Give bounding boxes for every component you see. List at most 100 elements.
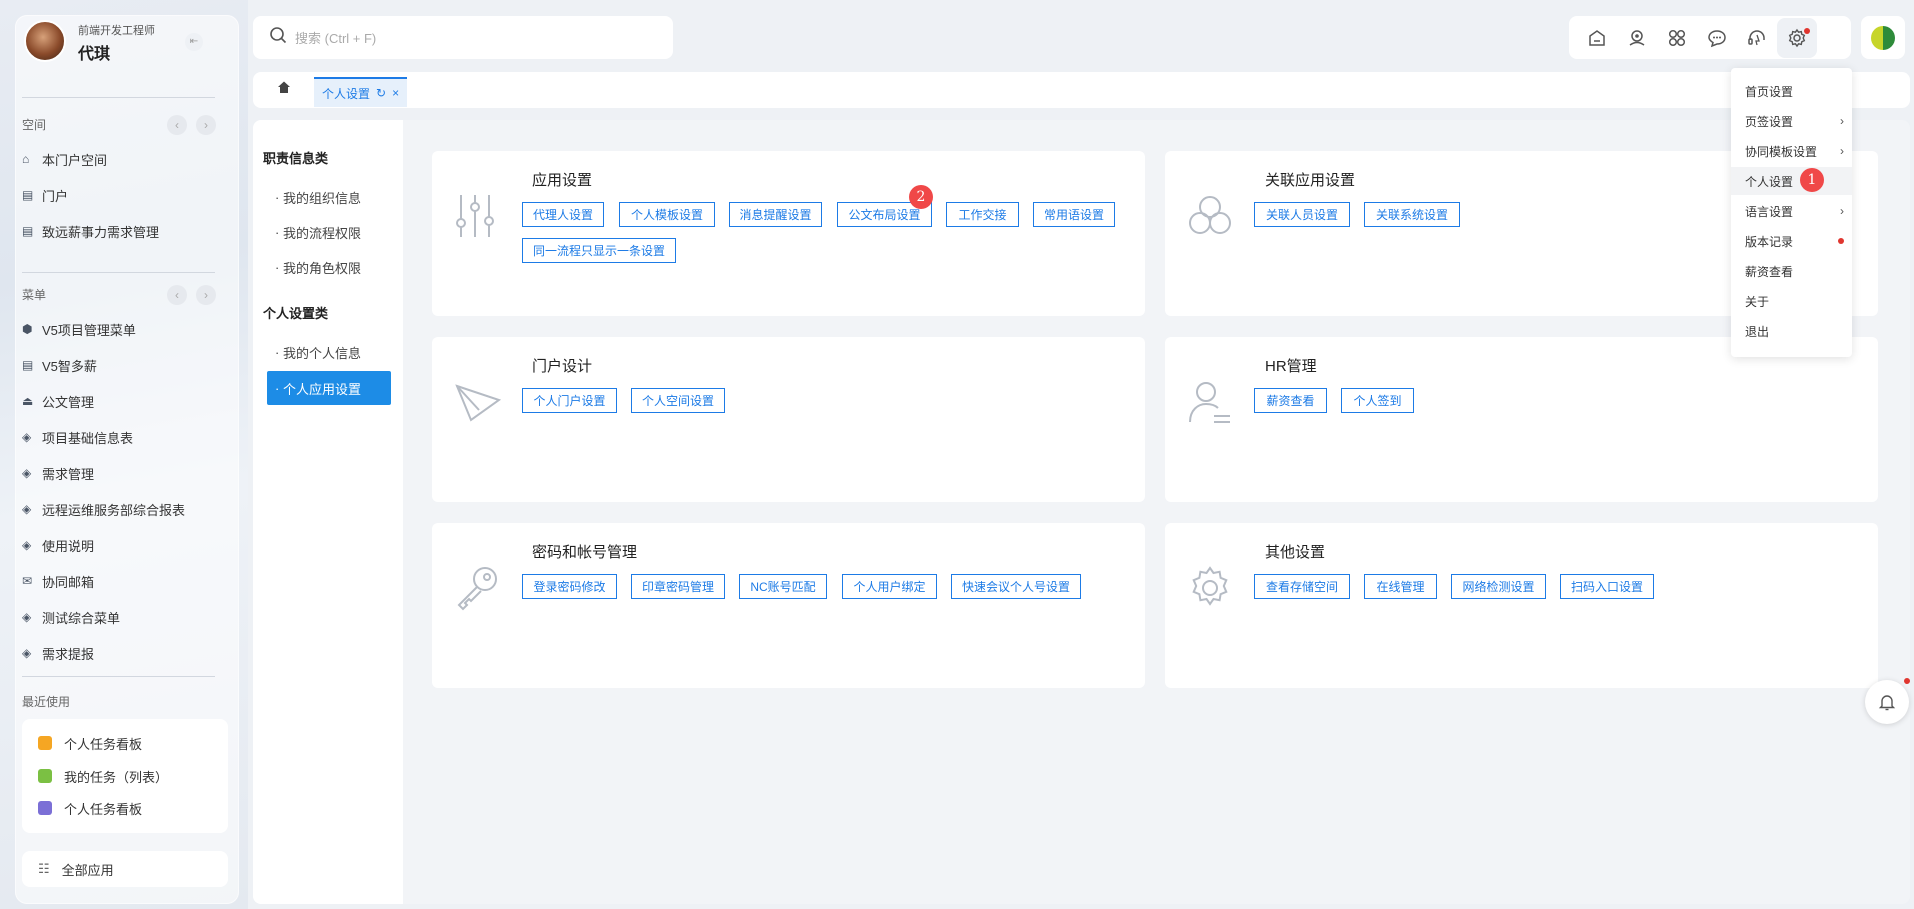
sidebar-item-home-space[interactable]: ⌂ 本门户空间 [22, 144, 222, 174]
sidebar-item-requirements[interactable]: ◈ 需求管理 [22, 458, 222, 488]
space-section-label: 空间 [22, 118, 47, 132]
sidebar-item-portal[interactable]: ▤ 门户 [22, 180, 222, 210]
menu-item-app-settings[interactable]: · 个人应用设置 [267, 371, 391, 405]
chip-online-management[interactable]: 在线管理 [1364, 574, 1437, 599]
sidebar-item-label: 远程运维服务部综合报表 [42, 502, 186, 518]
brand-logo-button[interactable] [1861, 16, 1905, 59]
menu-item-label: 我的组织信息 [282, 190, 361, 206]
dropdown-item-version[interactable]: 版本记录 [1731, 227, 1852, 255]
chip-user-binding[interactable]: 个人用户绑定 [842, 574, 937, 599]
sidebar-item-label: 需求管理 [42, 466, 95, 482]
sidebar-item-label: 项目基础信息表 [42, 430, 134, 446]
chip-agent-settings[interactable]: 代理人设置 [522, 202, 604, 227]
sidebar-item-document-management[interactable]: ⏏ 公文管理 [22, 386, 222, 416]
sliders-icon [455, 193, 495, 244]
layers-icon: ◈ [22, 610, 32, 624]
chip-storage-space[interactable]: 查看存储空间 [1254, 574, 1350, 599]
sidebar-item-test-menu[interactable]: ◈ 测试综合菜单 [22, 602, 222, 632]
chip-meeting-number[interactable]: 快速会议个人号设置 [951, 574, 1081, 599]
doc-icon: ▤ [22, 358, 34, 372]
sidebar-item-demand-management[interactable]: ▤ 致远薪事力需求管理 [22, 216, 222, 246]
dropdown-item-logout[interactable]: 退出 [1731, 317, 1852, 345]
chip-single-process[interactable]: 同一流程只显示一条设置 [522, 238, 676, 263]
tab-label: 个人设置 [322, 86, 371, 101]
notification-dot [1804, 27, 1810, 34]
card-title: 应用设置 [532, 172, 593, 189]
avatar[interactable] [24, 20, 66, 62]
menu-item-label: 我的个人信息 [282, 345, 361, 361]
chip-common-phrases[interactable]: 常用语设置 [1033, 202, 1115, 227]
menu-next-icon[interactable]: › [196, 285, 216, 305]
chat-button[interactable] [1697, 18, 1737, 58]
dropdown-item-label: 页签设置 [1745, 114, 1794, 129]
headset-icon [1748, 29, 1765, 45]
menu-item-personal-info[interactable]: · 我的个人信息 [267, 335, 391, 369]
close-icon[interactable]: × [392, 86, 399, 100]
dropdown-item-home-settings[interactable]: 首页设置 [1731, 77, 1852, 105]
chip-linked-systems[interactable]: 关联系统设置 [1364, 202, 1460, 227]
dropdown-item-template-settings[interactable]: 协同模板设置 › [1731, 137, 1852, 165]
menu-item-process-permission[interactable]: · 我的流程权限 [267, 215, 391, 249]
apps-button[interactable] [1657, 18, 1697, 58]
chip-linked-people[interactable]: 关联人员设置 [1254, 202, 1350, 227]
tab-personal-settings[interactable]: 个人设置 ↻ × [314, 77, 408, 107]
space-next-icon[interactable]: › [196, 115, 216, 135]
sidebar-item-v5-salary[interactable]: ▤ V5智多薪 [22, 350, 222, 380]
bell-icon [1878, 695, 1896, 711]
search-box[interactable]: 搜索 (Ctrl + F) [253, 16, 673, 59]
home-shortcut-button[interactable] [1577, 18, 1617, 58]
sidebar-item-usage-guide[interactable]: ◈ 使用说明 [22, 530, 222, 560]
doc-icon: ▤ [22, 224, 34, 238]
recent-item[interactable]: 我的任务（列表） [38, 762, 168, 790]
chip-template-settings[interactable]: 个人模板设置 [619, 202, 715, 227]
sidebar-item-demand-submit[interactable]: ◈ 需求提报 [22, 638, 222, 668]
sidebar-item-remote-ops-report[interactable]: ◈ 远程运维服务部综合报表 [22, 494, 222, 524]
chip-personal-checkin[interactable]: 个人签到 [1341, 388, 1414, 413]
all-apps-label: 全部应用 [61, 862, 114, 878]
sidebar-item-project-info[interactable]: ◈ 项目基础信息表 [22, 422, 222, 452]
chip-salary-view[interactable]: 薪资查看 [1254, 388, 1327, 413]
dropdown-item-salary[interactable]: 薪资查看 [1731, 257, 1852, 285]
sidebar-item-mailbox[interactable]: ✉ 协同邮箱 [22, 566, 222, 596]
sidebar-item-label: 公文管理 [42, 394, 95, 410]
chip-network-check[interactable]: 网络检测设置 [1451, 574, 1546, 599]
menu-prev-icon[interactable]: ‹ [167, 285, 187, 305]
dropdown-item-about[interactable]: 关于 [1731, 287, 1852, 315]
gear-icon [1187, 565, 1233, 616]
chip-work-handover[interactable]: 工作交接 [946, 202, 1019, 227]
cube-icon [38, 736, 52, 750]
home-tab-icon[interactable] [277, 80, 291, 97]
user-name: 代琪 [78, 46, 111, 63]
menu-item-org-info[interactable]: · 我的组织信息 [267, 180, 391, 214]
dropdown-item-personal-settings[interactable]: 个人设置 [1731, 167, 1852, 195]
chip-nc-account[interactable]: NC账号匹配 [739, 574, 827, 599]
recent-item[interactable]: 个人任务看板 [38, 729, 142, 757]
chip-message-settings[interactable]: 消息提醒设置 [729, 202, 822, 227]
layers-icon: ◈ [22, 430, 32, 444]
sidebar: 前端开发工程师 代琪 ⇤ 空间 ‹ › ⌂ 本门户空间 ▤ 门户 ▤ 致远薪事力… [0, 0, 248, 909]
dropdown-item-label: 薪资查看 [1745, 264, 1794, 279]
toolbar [1569, 16, 1851, 59]
all-apps-button[interactable]: ☷ 全部应用 [22, 851, 228, 887]
space-prev-icon[interactable]: ‹ [167, 115, 187, 135]
location-button[interactable] [1617, 18, 1657, 58]
notification-bell-button[interactable] [1865, 678, 1910, 724]
collapse-sidebar-icon[interactable]: ⇤ [185, 33, 203, 51]
layers-icon: ◈ [22, 466, 32, 480]
chip-seal-password[interactable]: 印章密码管理 [631, 574, 725, 599]
chip-space-settings[interactable]: 个人空间设置 [631, 388, 725, 413]
recent-section-label: 最近使用 [22, 695, 71, 709]
support-button[interactable] [1737, 18, 1777, 58]
menu-item-label: 我的角色权限 [282, 260, 361, 276]
sidebar-item-v5-project[interactable]: ⬢ V5项目管理菜单 [22, 314, 222, 344]
dropdown-item-tab-settings[interactable]: 页签设置 › [1731, 107, 1852, 135]
sidebar-item-label: 致远薪事力需求管理 [42, 224, 160, 240]
chip-portal-settings[interactable]: 个人门户设置 [522, 388, 617, 413]
menu-item-role-permission[interactable]: · 我的角色权限 [267, 250, 391, 284]
refresh-icon[interactable]: ↻ [376, 86, 386, 100]
settings-button[interactable] [1777, 17, 1817, 58]
dropdown-item-language[interactable]: 语言设置 › [1731, 197, 1852, 225]
chip-login-password[interactable]: 登录密码修改 [522, 574, 617, 599]
recent-item[interactable]: 个人任务看板 [38, 794, 142, 822]
chip-scan-entry[interactable]: 扫码入口设置 [1560, 574, 1654, 599]
